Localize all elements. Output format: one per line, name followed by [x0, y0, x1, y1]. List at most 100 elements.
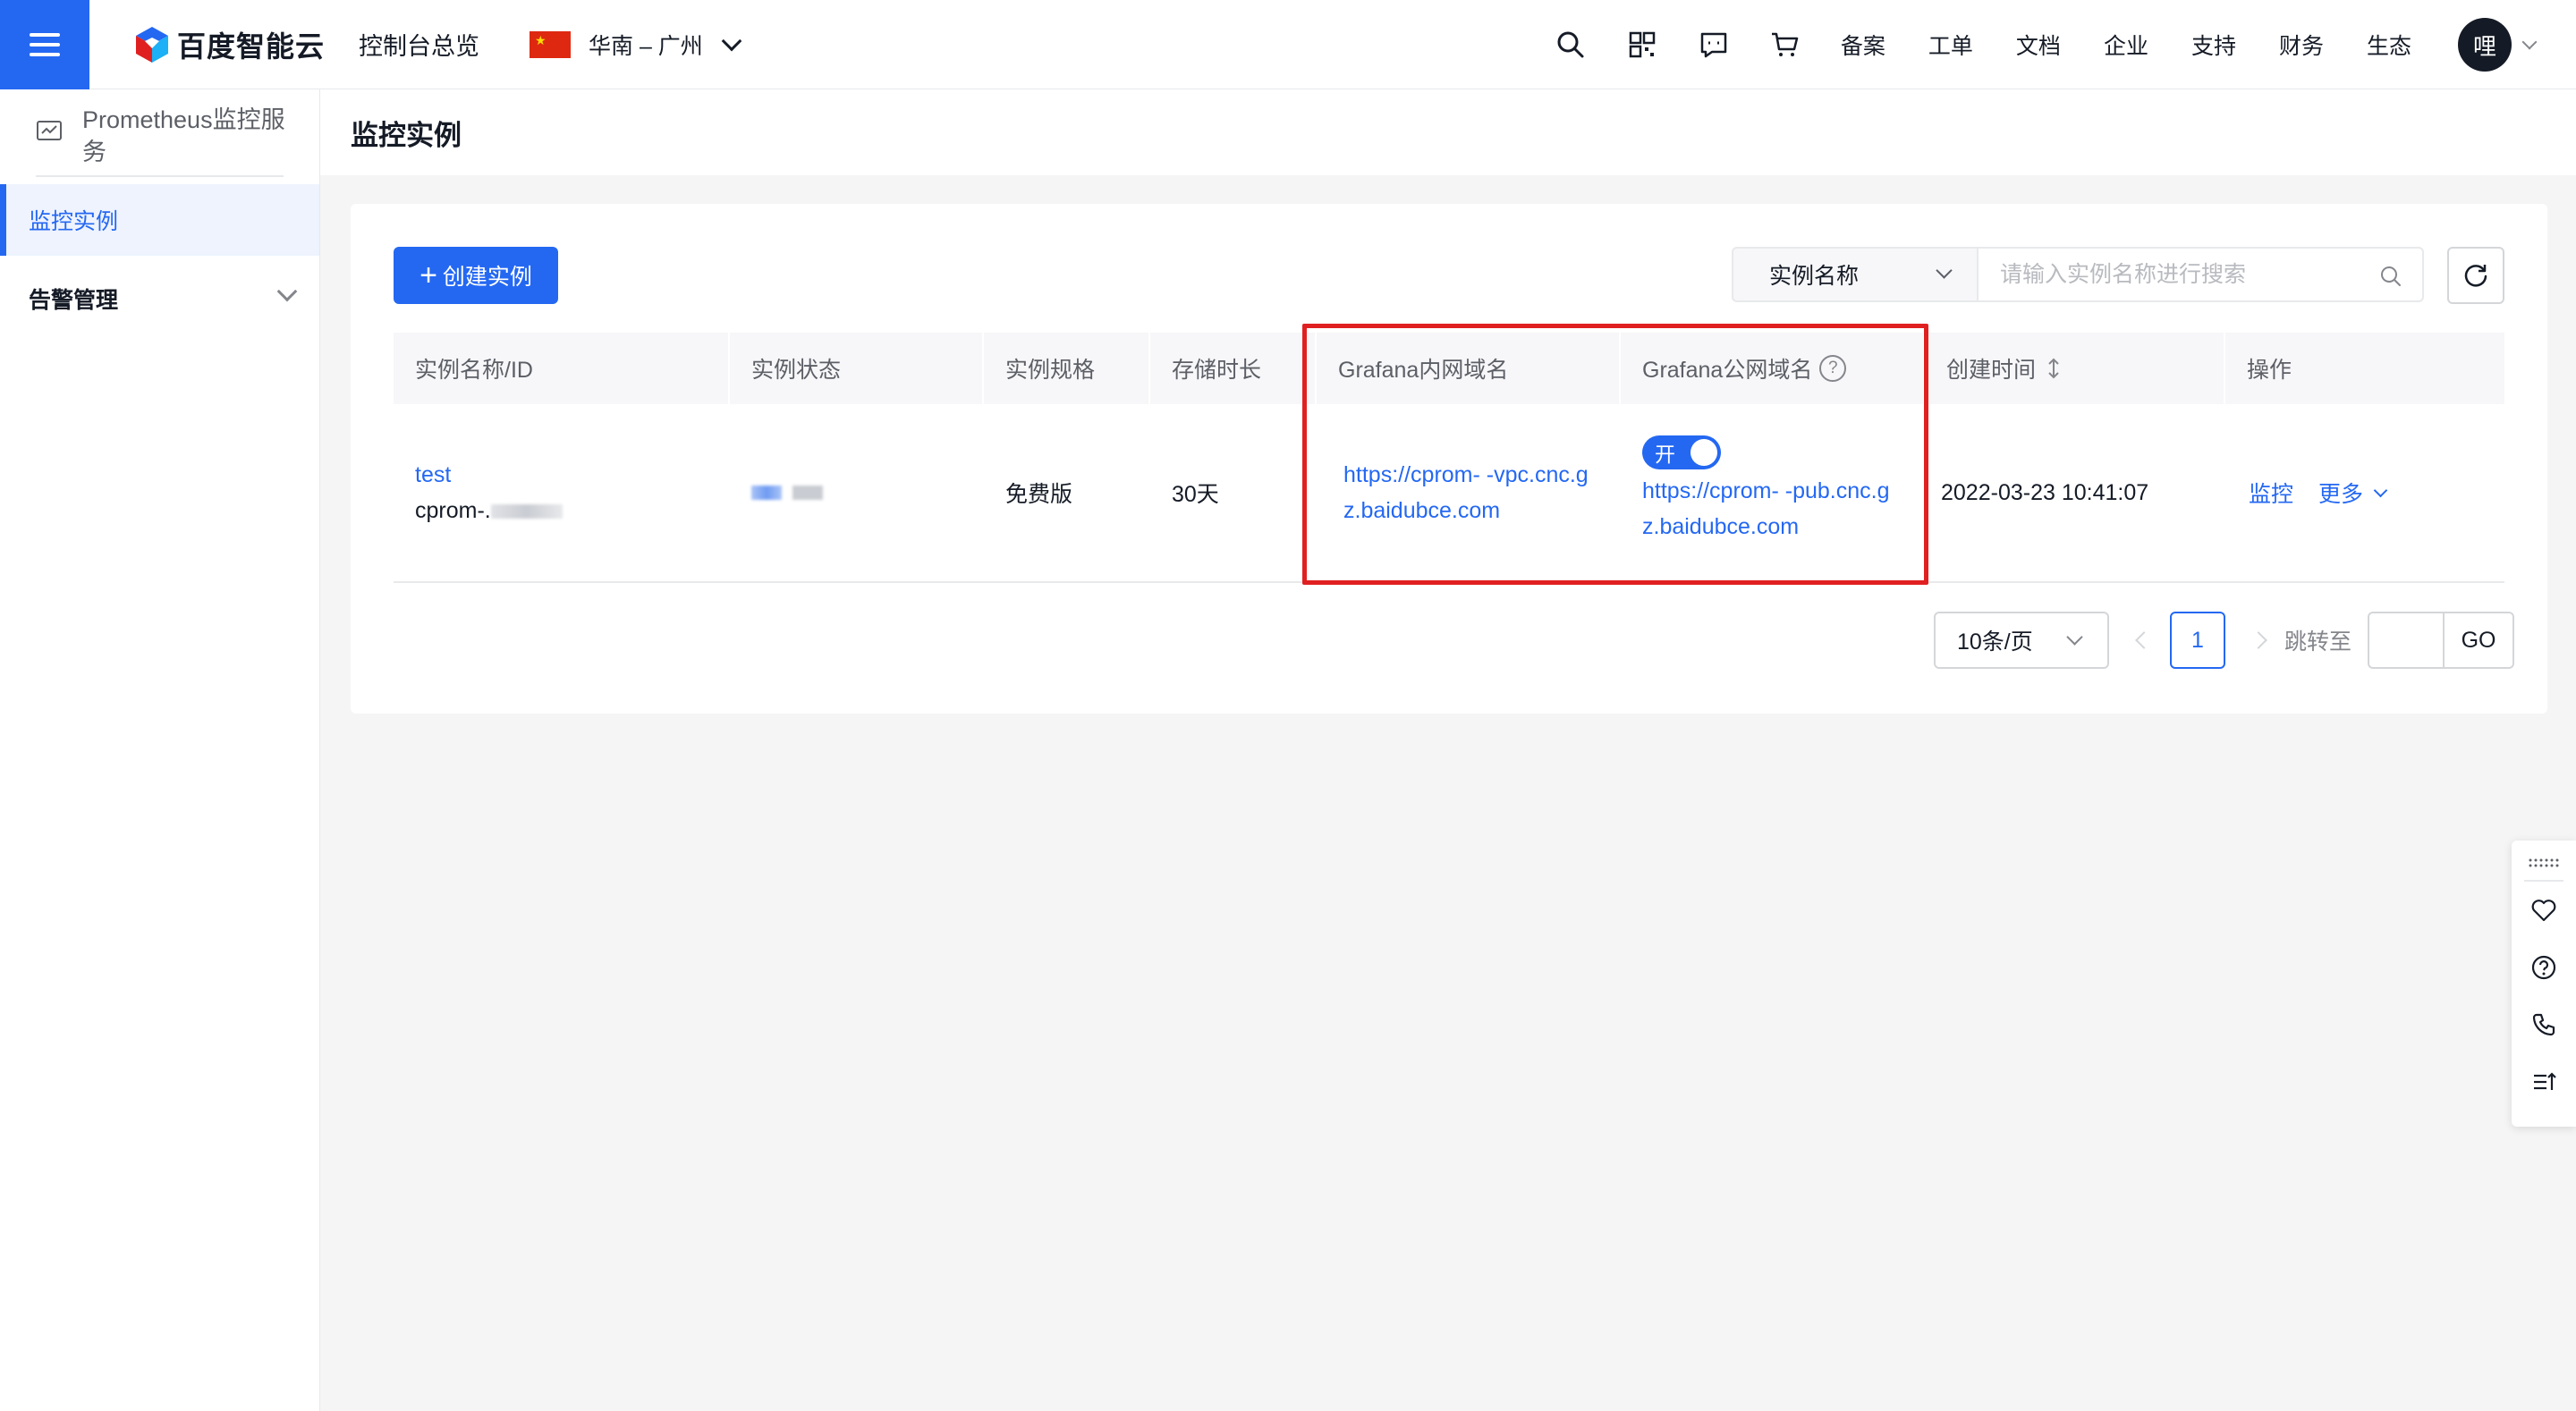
column-header-name-id: 实例名称/ID [394, 333, 730, 404]
column-header-grafana-public: Grafana公网域名 ? [1621, 333, 1925, 404]
instance-name-link[interactable]: test [415, 457, 563, 493]
chevron-down-icon [1936, 262, 1953, 279]
chevron-down-icon [2066, 629, 2083, 646]
nav-link-docs[interactable]: 文档 [2016, 29, 2061, 61]
column-header-retention: 存储时长 [1150, 333, 1317, 404]
drag-handle-icon[interactable] [2524, 855, 2563, 882]
heart-icon [2531, 900, 2556, 922]
nav-link-finance[interactable]: 财务 [2279, 29, 2324, 61]
back-to-top-button[interactable] [2512, 1053, 2576, 1111]
list-top-icon [2534, 1072, 2556, 1090]
column-header-spec: 实例规格 [984, 333, 1150, 404]
china-flag-icon: ★ [530, 30, 572, 58]
column-header-created-time[interactable]: 创建时间 [1925, 333, 2225, 404]
sidebar-item-label: 告警管理 [29, 288, 119, 313]
top-navigation-bar: 百度智能云 控制台总览 ★ 华南 – 广州 备案 工单 文档 企业 支持 财务 … [0, 0, 2576, 89]
region-label: 华南 – 广州 [589, 33, 703, 59]
monitor-link[interactable]: 监控 [2249, 477, 2293, 509]
cell-retention: 30天 [1150, 404, 1317, 581]
console-overview-link[interactable]: 控制台总览 [359, 27, 479, 62]
chevron-down-icon [2373, 483, 2388, 497]
page-number-current[interactable]: 1 [2170, 612, 2225, 669]
instance-table: 实例名称/ID 实例状态 实例规格 存储时长 Grafana内网域名 Grafa… [394, 333, 2504, 583]
pagination: 10条/页 1 跳转至 GO [1934, 612, 2515, 669]
retention-period: 30天 [1172, 482, 1219, 507]
cell-actions: 监控 更多 [2225, 404, 2504, 581]
search-field-label: 实例名称 [1769, 264, 1860, 289]
column-header-grafana-internal: Grafana内网域名 [1317, 333, 1621, 404]
grafana-public-url[interactable]: https://cprom- -pub.cnc.gz.baidubce.com [1642, 473, 1902, 545]
favorite-button[interactable] [2512, 882, 2576, 939]
top-right-actions: 备案 工单 文档 企业 支持 财务 生态 哩 [1555, 0, 2576, 89]
search-icon[interactable] [1555, 29, 1587, 61]
instance-list-card: + 创建实例 实例名称 实例名称/ID 实例状态 实例规格 存储时长 Grafa… [351, 204, 2547, 714]
sidebar-service-title: Prometheus监控服务 [82, 106, 285, 165]
status-badge [751, 486, 823, 500]
search-box [1977, 247, 2424, 302]
toggle-knob [1690, 439, 1717, 466]
refresh-button[interactable] [2447, 247, 2504, 304]
search-field-select[interactable]: 实例名称 [1732, 247, 1977, 302]
monitor-dashboard-icon [37, 121, 62, 140]
logo-text: 百度智能云 [177, 30, 326, 63]
grafana-internal-url[interactable]: https://cprom- -vpc.cnc.gz.baidubce.com [1343, 457, 1603, 528]
jump-to-label: 跳转至 [2284, 629, 2352, 655]
question-icon [2531, 955, 2556, 980]
sidebar-item-alert-management[interactable]: 告警管理 [0, 263, 319, 334]
nav-link-ticket[interactable]: 工单 [1928, 29, 1973, 61]
logo[interactable]: 百度智能云 [134, 24, 325, 65]
redacted-id [490, 504, 563, 520]
plus-icon: + [419, 258, 437, 292]
more-actions-dropdown[interactable]: 更多 [2318, 477, 2388, 509]
sort-icon[interactable] [2046, 357, 2061, 380]
qrcode-icon[interactable] [1626, 29, 1658, 61]
created-time: 2022-03-23 10:41:07 [1941, 479, 2149, 505]
instance-spec: 免费版 [1005, 482, 1073, 507]
main-menu-button[interactable] [0, 0, 89, 89]
nav-link-enterprise[interactable]: 企业 [2104, 29, 2148, 61]
hamburger-icon [30, 32, 60, 56]
prev-page-icon[interactable] [2135, 631, 2153, 649]
nav-link-filing[interactable]: 备案 [1841, 29, 1885, 61]
next-page-icon[interactable] [2250, 631, 2267, 649]
search-icon[interactable] [2379, 265, 2402, 288]
sidebar-divider [36, 175, 284, 177]
baidu-cloud-logo-icon [136, 26, 168, 63]
sidebar-service-header: Prometheus监控服务 [0, 89, 319, 175]
help-icon[interactable]: ? [1819, 355, 1847, 382]
page-title: 监控实例 [351, 119, 462, 151]
cell-created-time: 2022-03-23 10:41:07 [1925, 404, 2225, 581]
cell-name-id: test cprom-. [394, 404, 730, 581]
chevron-down-icon[interactable] [2521, 34, 2538, 50]
table-header: 实例名称/ID 实例状态 实例规格 存储时长 Grafana内网域名 Grafa… [394, 333, 2504, 404]
jump-page-input[interactable] [2368, 612, 2444, 669]
cart-icon[interactable] [1769, 29, 1801, 61]
phone-icon [2532, 1013, 2555, 1036]
refresh-icon [2464, 265, 2487, 287]
contact-button[interactable] [2512, 996, 2576, 1053]
page-size-select[interactable]: 10条/页 [1934, 612, 2109, 669]
cell-status [730, 404, 984, 581]
table-row: test cprom-. 免费版 30天 https://cprom- -vpc… [394, 404, 2504, 583]
cell-grafana-public: 开 https://cprom- -pub.cnc.gz.baidubce.co… [1621, 404, 1925, 581]
nav-link-support[interactable]: 支持 [2191, 29, 2236, 61]
sidebar-item-monitor-instances[interactable]: 监控实例 [0, 184, 319, 256]
search-input[interactable] [2000, 261, 2376, 288]
sidebar: Prometheus监控服务 监控实例 告警管理 [0, 89, 320, 1411]
go-button[interactable]: GO [2443, 612, 2515, 669]
grafana-public-toggle[interactable]: 开 [1642, 435, 1721, 469]
nav-link-ecosystem[interactable]: 生态 [2367, 29, 2411, 61]
user-avatar[interactable]: 哩 [2458, 18, 2512, 72]
create-instance-label: 创建实例 [442, 265, 532, 290]
message-icon[interactable] [1698, 29, 1730, 61]
region-selector[interactable]: ★ 华南 – 广州 [530, 29, 742, 61]
column-header-status: 实例状态 [730, 333, 984, 404]
column-header-actions: 操作 [2247, 358, 2292, 383]
help-button[interactable] [2512, 939, 2576, 996]
toggle-label: 开 [1655, 443, 1675, 466]
chevron-down-icon [276, 281, 298, 302]
create-instance-button[interactable]: + 创建实例 [394, 247, 558, 304]
instance-id: cprom-. [415, 493, 563, 528]
chevron-down-icon [721, 30, 742, 51]
page-header: 监控实例 [320, 89, 2576, 175]
